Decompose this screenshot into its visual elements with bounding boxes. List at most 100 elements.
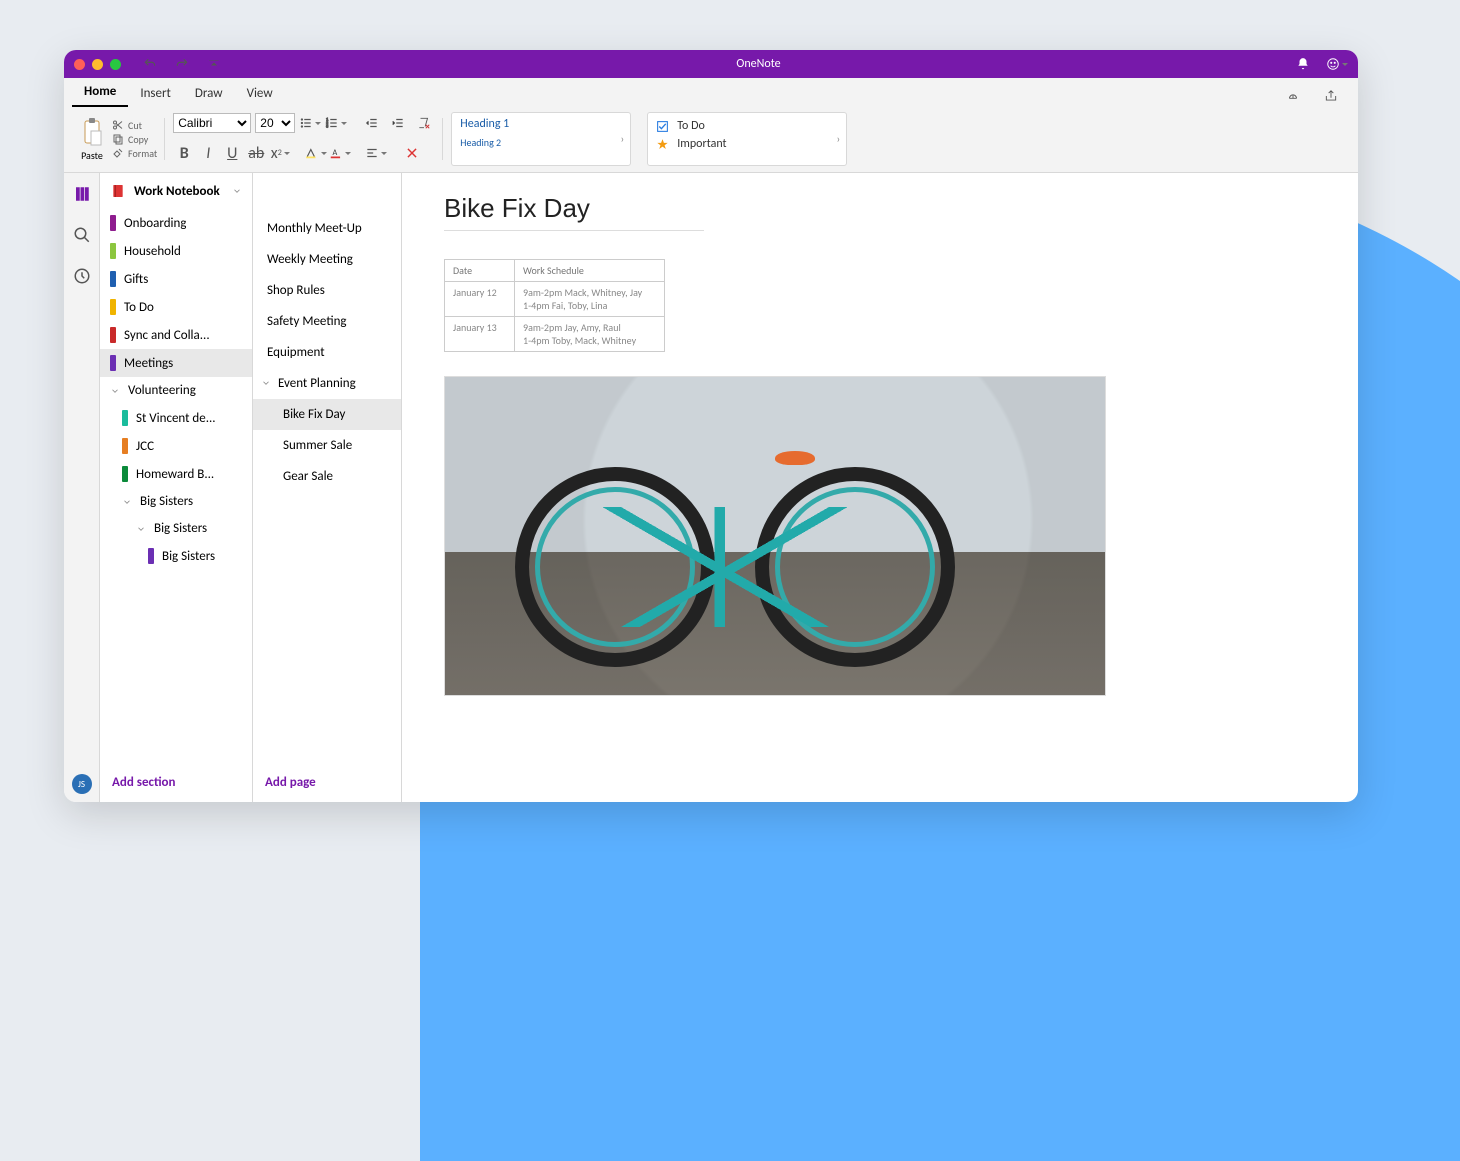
undo-button[interactable] (139, 53, 161, 75)
title-bar: OneNote (64, 50, 1358, 78)
font-size-select[interactable]: 20 (255, 113, 295, 133)
section-bigsisters[interactable]: Big Sisters (100, 542, 252, 570)
tag-important: Important (656, 135, 838, 153)
tab-home[interactable]: Home (72, 80, 128, 107)
strikethrough-button[interactable]: ab (245, 142, 267, 164)
close-window-button[interactable] (74, 59, 85, 70)
tags-gallery[interactable]: To Do Important › (647, 112, 847, 166)
chevron-right-icon: › (837, 133, 841, 146)
recent-icon[interactable] (73, 267, 91, 290)
font-color-button[interactable]: A (329, 142, 351, 164)
clipboard-group: Paste Cut Copy Format (72, 112, 161, 166)
minimize-window-button[interactable] (92, 59, 103, 70)
font-group: Calibri 20 123 B I U ab x2 A (169, 112, 439, 166)
zoom-window-button[interactable] (110, 59, 121, 70)
styles-gallery[interactable]: Heading 1 Heading 2 › (451, 112, 631, 166)
table-cell: January 12 (445, 282, 515, 317)
clipboard-icon (80, 117, 104, 147)
paste-button[interactable]: Paste (76, 115, 108, 164)
tags-group: To Do Important › (643, 112, 851, 166)
redo-button[interactable] (171, 53, 193, 75)
section-onboarding[interactable]: Onboarding (100, 209, 252, 237)
font-name-select[interactable]: Calibri (173, 113, 251, 133)
page-title[interactable]: Bike Fix Day (444, 193, 704, 231)
styles-group: Heading 1 Heading 2 › (447, 112, 635, 166)
checkbox-icon (656, 120, 669, 133)
svg-text:A: A (333, 148, 338, 158)
indent-button[interactable] (387, 112, 409, 134)
bullets-button[interactable] (299, 112, 321, 134)
section-homeward[interactable]: Homeward B... (100, 460, 252, 488)
chevron-right-icon: › (621, 133, 625, 146)
tab-draw[interactable]: Draw (183, 82, 235, 107)
section-group-bigsisters[interactable]: Big Sisters (100, 488, 252, 515)
tab-view[interactable]: View (235, 82, 285, 107)
highlight-button[interactable] (305, 142, 327, 164)
page-bikefix[interactable]: Bike Fix Day (253, 399, 401, 430)
page-weekly[interactable]: Weekly Meeting (253, 244, 401, 275)
page-shoprules[interactable]: Shop Rules (253, 275, 401, 306)
svg-text:3: 3 (326, 125, 328, 130)
notebooks-icon[interactable] (73, 185, 91, 208)
table-cell: January 13 (445, 317, 515, 352)
section-group-volunteering[interactable]: Volunteering (100, 377, 252, 404)
sync-status-icon[interactable] (1282, 85, 1304, 107)
share-icon[interactable] (1320, 85, 1342, 107)
cut-button[interactable]: Cut (112, 119, 157, 132)
numbering-button[interactable]: 123 (325, 112, 347, 134)
notebook-picker[interactable]: Work Notebook (100, 173, 252, 209)
onenote-window: OneNote Home Insert Draw View (64, 50, 1358, 802)
page-eventplanning[interactable]: Event Planning (253, 368, 401, 399)
add-section-button[interactable]: Add section (100, 763, 252, 802)
bold-button[interactable]: B (173, 142, 195, 164)
section-household[interactable]: Household (100, 237, 252, 265)
subscript-button[interactable]: x2 (269, 142, 291, 164)
app-title: OneNote (225, 57, 1292, 71)
page-gearsale[interactable]: Gear Sale (253, 461, 401, 492)
page-monthly[interactable]: Monthly Meet-Up (253, 213, 401, 244)
notebook-icon (110, 183, 126, 199)
ribbon-home: Paste Cut Copy Format Cal (64, 108, 1358, 173)
clear-formatting-button[interactable] (413, 112, 435, 134)
bicycle-photo[interactable] (444, 376, 1106, 696)
section-gifts[interactable]: Gifts (100, 265, 252, 293)
table-cell: 9am-2pm Jay, Amy, Raul 1-4pm Toby, Mack,… (515, 317, 665, 352)
style-heading1: Heading 1 (460, 117, 622, 131)
section-sync[interactable]: Sync and Colla... (100, 321, 252, 349)
page-equipment[interactable]: Equipment (253, 337, 401, 368)
note-canvas[interactable]: Bike Fix Day Date Work Schedule January … (402, 173, 1358, 802)
search-icon[interactable] (73, 226, 91, 249)
add-page-button[interactable]: Add page (253, 763, 401, 802)
italic-button[interactable]: I (197, 142, 219, 164)
sections-pane: Work Notebook Onboarding Household Gifts… (100, 173, 253, 802)
table-header-schedule: Work Schedule (515, 260, 665, 282)
user-avatar[interactable]: JS (72, 774, 92, 794)
tab-insert[interactable]: Insert (128, 82, 183, 107)
account-smiley-icon[interactable] (1326, 53, 1348, 75)
section-stvincent[interactable]: St Vincent de... (100, 404, 252, 432)
schedule-table[interactable]: Date Work Schedule January 12 9am-2pm Ma… (444, 259, 665, 352)
underline-button[interactable]: U (221, 142, 243, 164)
chevron-down-icon (232, 186, 242, 196)
paste-label: Paste (81, 149, 103, 162)
outdent-button[interactable] (361, 112, 383, 134)
app-body: JS Work Notebook Onboarding Household Gi… (64, 173, 1358, 802)
qat-customize-button[interactable] (203, 53, 225, 75)
copy-button[interactable]: Copy (112, 133, 157, 146)
copy-icon (112, 133, 124, 145)
style-heading2: Heading 2 (460, 136, 622, 149)
section-group-bigsisters-inner[interactable]: Big Sisters (100, 515, 252, 542)
section-todo[interactable]: To Do (100, 293, 252, 321)
paintbrush-icon (112, 147, 124, 159)
notifications-icon[interactable] (1292, 53, 1314, 75)
chevron-down-icon (136, 524, 146, 534)
section-meetings[interactable]: Meetings (100, 349, 252, 377)
table-cell: 9am-2pm Mack, Whitney, Jay 1-4pm Fai, To… (515, 282, 665, 317)
format-painter-button[interactable]: Format (112, 147, 157, 160)
align-button[interactable] (365, 142, 387, 164)
page-summersale[interactable]: Summer Sale (253, 430, 401, 461)
page-safety[interactable]: Safety Meeting (253, 306, 401, 337)
section-jcc[interactable]: JCC (100, 432, 252, 460)
ribbon-tabs: Home Insert Draw View (64, 78, 1358, 108)
delete-button[interactable] (401, 142, 423, 164)
